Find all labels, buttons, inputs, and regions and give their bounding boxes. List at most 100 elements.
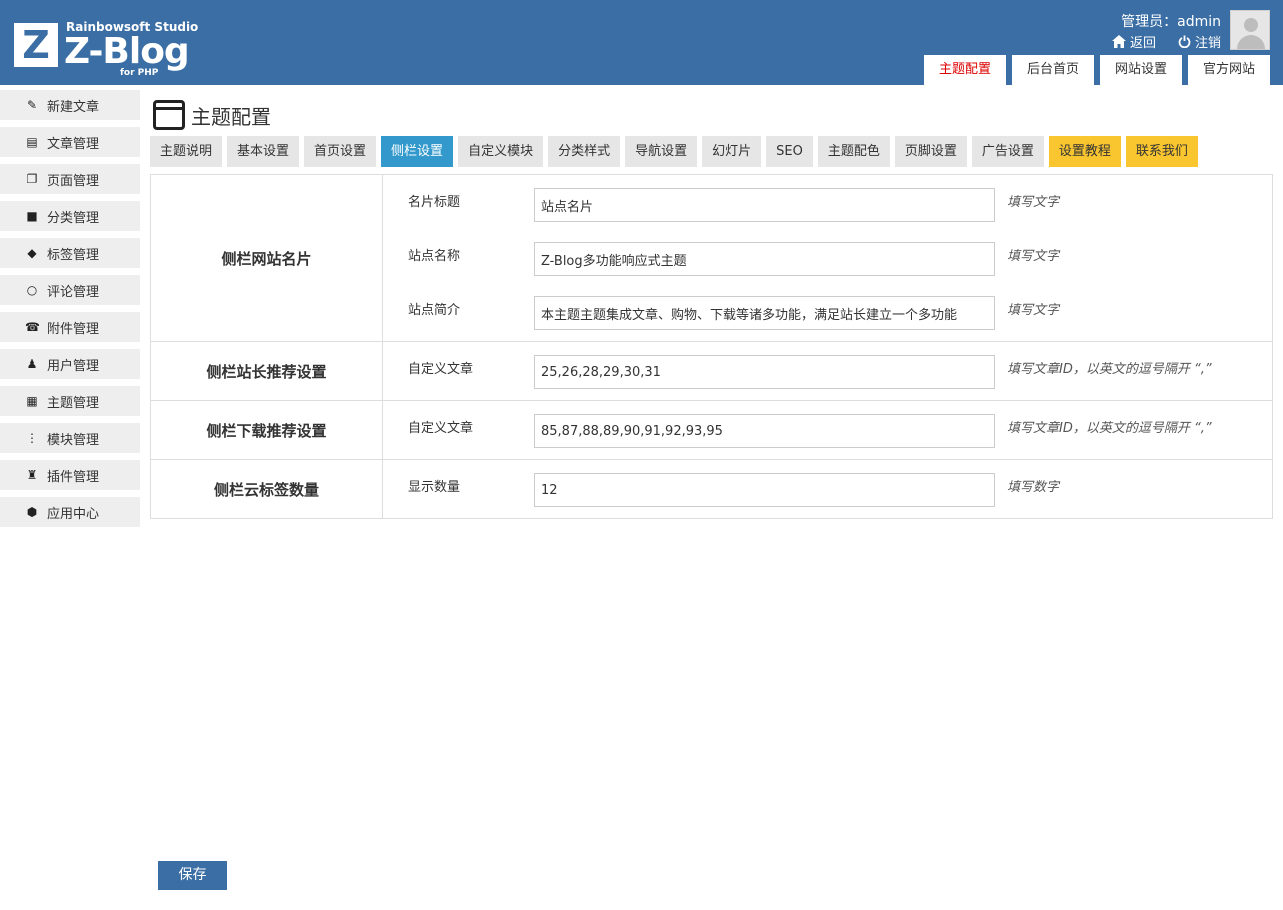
admin-label: 管理员：admin (1121, 14, 1221, 30)
section-fields: 名片标题 填写文字 站点名称 填写文字 站点简介 填写文字 (383, 175, 1272, 341)
form-field: 自定义文章 填写文章ID，以英文的逗号隔开 “,” (383, 355, 1272, 389)
site-name-input[interactable] (534, 242, 995, 276)
sidebar-item-label: 文章管理 (47, 136, 100, 152)
sidebar-item-comments[interactable]: ○ 评论管理 (0, 275, 140, 305)
settings-row: 侧栏网站名片 名片标题 填写文字 站点名称 填写文字 站点简介 填写文字 (151, 175, 1272, 342)
sidebar-item-users[interactable]: ♟ 用户管理 (0, 349, 140, 379)
field-label: 显示数量 (408, 480, 461, 495)
field-label: 自定义文章 (408, 362, 474, 377)
power-icon (1178, 35, 1191, 48)
tab-nav-settings[interactable]: 导航设置 (625, 136, 698, 167)
window-icon (153, 100, 185, 130)
tab-category-style[interactable]: 分类样式 (548, 136, 621, 167)
user-icon: ♟ (26, 357, 38, 371)
recommended-articles-input[interactable] (534, 355, 995, 389)
section-fields: 显示数量 填写数字 (383, 460, 1272, 518)
sidebar-item-tags[interactable]: ◆ 标签管理 (0, 238, 140, 268)
page-title-wrap: 主题配置 (153, 100, 271, 130)
sidebar-item-modules[interactable]: ⋮ 模块管理 (0, 423, 140, 453)
tab-footer-settings[interactable]: 页脚设置 (894, 136, 967, 167)
field-label: 站点简介 (408, 303, 461, 318)
tab-seo[interactable]: SEO (766, 136, 813, 167)
top-tab-official-site[interactable]: 官方网站 (1187, 55, 1270, 85)
tab-theme-intro[interactable]: 主题说明 (150, 136, 223, 167)
settings-row: 侧栏下载推荐设置 自定义文章 填写文章ID，以英文的逗号隔开 “,” (151, 401, 1272, 460)
section-label: 侧栏云标签数量 (151, 460, 383, 518)
home-icon (1111, 35, 1126, 48)
avatar[interactable] (1230, 10, 1270, 50)
top-tab-theme-config[interactable]: 主题配置 (923, 55, 1006, 85)
field-note: 填写文章ID，以英文的逗号隔开 “,” (1007, 362, 1212, 377)
sidebar-item-label: 标签管理 (47, 247, 100, 263)
field-note: 填写文字 (1007, 249, 1060, 264)
sidebar-item-label: 评论管理 (47, 284, 100, 300)
comment-icon: ○ (26, 283, 38, 297)
sidebar-item-attachments[interactable]: ☎ 附件管理 (0, 312, 140, 342)
download-articles-input[interactable] (534, 414, 995, 448)
theme-icon: ▦ (26, 394, 38, 408)
field-label: 自定义文章 (408, 421, 474, 436)
sidebar-item-categories[interactable]: ■ 分类管理 (0, 201, 140, 231)
section-fields: 自定义文章 填写文章ID，以英文的逗号隔开 “,” (383, 401, 1272, 459)
plugin-icon: ♜ (26, 468, 38, 482)
form-field: 自定义文章 填写文章ID，以英文的逗号隔开 “,” (383, 414, 1272, 448)
tab-theme-colors[interactable]: 主题配色 (817, 136, 890, 167)
sidebar-item-themes[interactable]: ▦ 主题管理 (0, 386, 140, 416)
tab-ad-settings[interactable]: 广告设置 (971, 136, 1044, 167)
tab-basic-settings[interactable]: 基本设置 (227, 136, 300, 167)
sidebar-item-label: 分类管理 (47, 210, 100, 226)
sidebar-item-plugins[interactable]: ♜ 插件管理 (0, 460, 140, 490)
attachment-icon: ☎ (25, 320, 40, 334)
tab-custom-modules[interactable]: 自定义模块 (458, 136, 544, 167)
logout-link[interactable]: 注销 (1178, 32, 1221, 51)
tab-sidebar-settings[interactable]: 侧栏设置 (381, 136, 454, 167)
logo-letter: Z (22, 23, 50, 67)
sidebar-item-app-center[interactable]: ⬢ 应用中心 (0, 497, 140, 527)
form-field: 站点简介 填写文字 (383, 296, 1272, 330)
tab-slideshow[interactable]: 幻灯片 (702, 136, 762, 167)
sidebar-item-label: 附件管理 (47, 321, 100, 337)
edit-icon: ✎ (26, 98, 38, 112)
sidebar: ✎ 新建文章 ▤ 文章管理 ❐ 页面管理 ■ 分类管理 ◆ 标签管理 ○ 评论管… (0, 90, 140, 534)
section-fields: 自定义文章 填写文章ID，以英文的逗号隔开 “,” (383, 342, 1272, 400)
top-tab-admin-home[interactable]: 后台首页 (1011, 55, 1094, 85)
field-note: 填写数字 (1007, 480, 1060, 495)
sidebar-item-label: 新建文章 (47, 99, 100, 115)
sidebar-item-articles[interactable]: ▤ 文章管理 (0, 127, 140, 157)
sidebar-item-label: 用户管理 (47, 358, 100, 374)
sidebar-item-label: 模块管理 (47, 432, 100, 448)
section-label: 侧栏下载推荐设置 (151, 401, 383, 459)
field-note: 填写文字 (1007, 195, 1060, 210)
tag-count-input[interactable] (534, 473, 995, 507)
zblog-logo[interactable]: Z Rainbowsoft Studio Z-Blog for PHP (14, 18, 198, 80)
config-tabs: 主题说明 基本设置 首页设置 侧栏设置 自定义模块 分类样式 导航设置 幻灯片 … (150, 136, 1198, 167)
top-tab-site-settings[interactable]: 网站设置 (1099, 55, 1182, 85)
settings-row: 侧栏云标签数量 显示数量 填写数字 (151, 460, 1272, 518)
logo-brand: Z-Blog (64, 31, 190, 72)
site-intro-input[interactable] (534, 296, 995, 330)
form-field: 名片标题 填写文字 (383, 188, 1272, 222)
field-label: 名片标题 (408, 195, 461, 210)
tab-home-settings[interactable]: 首页设置 (304, 136, 377, 167)
settings-table: 侧栏网站名片 名片标题 填写文字 站点名称 填写文字 站点简介 填写文字 侧栏站… (150, 174, 1273, 519)
logo-mark: Z (14, 23, 58, 67)
card-title-input[interactable] (534, 188, 995, 222)
document-icon: ▤ (26, 135, 38, 149)
field-note: 填写文字 (1007, 303, 1060, 318)
pages-icon: ❐ (26, 172, 38, 186)
section-label: 侧栏站长推荐设置 (151, 342, 383, 400)
sidebar-item-pages[interactable]: ❐ 页面管理 (0, 164, 140, 194)
save-button[interactable]: 保存 (158, 861, 227, 890)
module-icon: ⋮ (26, 431, 38, 445)
tag-icon: ◆ (27, 246, 37, 260)
header-bar: Z Rainbowsoft Studio Z-Blog for PHP 管理员：… (0, 0, 1283, 85)
box-icon: ⬢ (26, 505, 38, 519)
field-label: 站点名称 (408, 249, 461, 264)
back-link[interactable]: 返回 (1111, 32, 1156, 51)
tab-tutorial[interactable]: 设置教程 (1048, 136, 1121, 167)
sidebar-item-new-article[interactable]: ✎ 新建文章 (0, 90, 140, 120)
page-title: 主题配置 (191, 104, 271, 129)
user-links: 返回 注销 (1111, 32, 1221, 51)
tab-contact-us[interactable]: 联系我们 (1125, 136, 1198, 167)
sidebar-item-label: 页面管理 (47, 173, 100, 189)
